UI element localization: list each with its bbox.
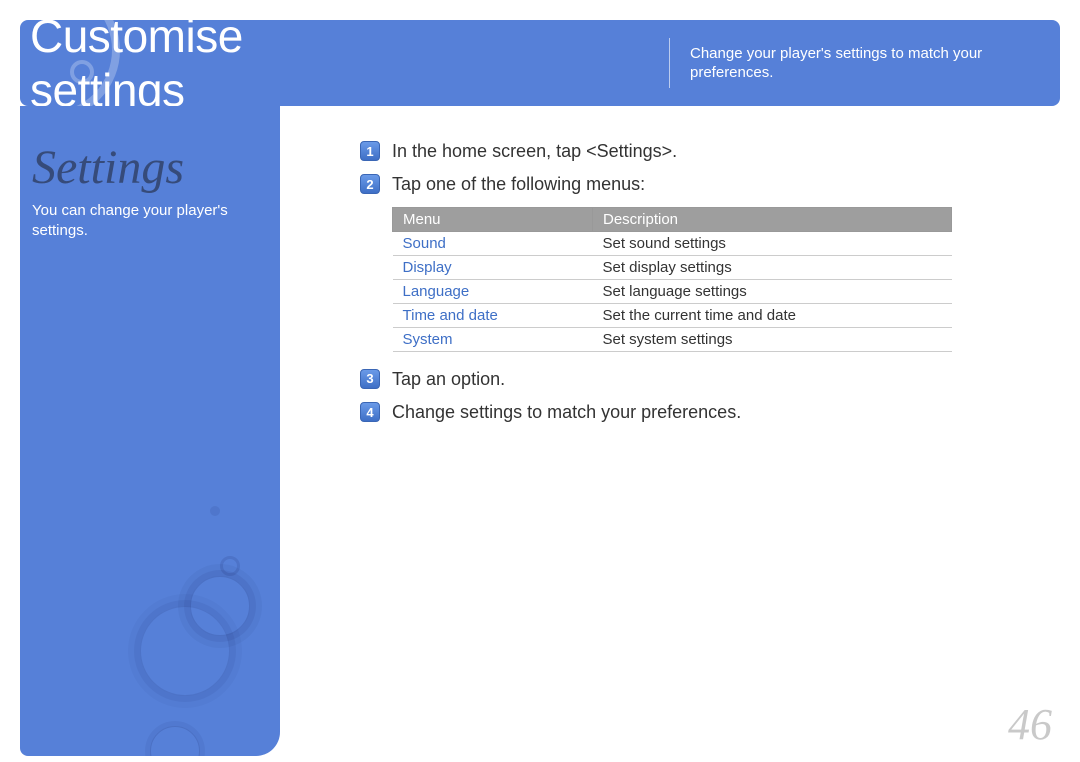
step-item: 3 Tap an option. bbox=[360, 368, 1020, 391]
sidebar-title: Settings bbox=[32, 140, 252, 195]
step-text: Tap one of the following menus: bbox=[392, 173, 645, 196]
table-row: Time and date Set the current time and d… bbox=[393, 303, 952, 327]
sidebar-text: You can change your player's settings. bbox=[32, 201, 252, 242]
step-item: 1 In the home screen, tap <Settings>. bbox=[360, 140, 1020, 163]
step-badge-icon: 1 bbox=[360, 141, 380, 161]
step-text: Change settings to match your preference… bbox=[392, 401, 741, 424]
table-header: Menu bbox=[393, 207, 593, 231]
deco-circle-icon bbox=[220, 556, 240, 576]
main-content: 1 In the home screen, tap <Settings>. 2 … bbox=[360, 140, 1020, 435]
step-item: 2 Tap one of the following menus: bbox=[360, 173, 1020, 196]
divider bbox=[669, 38, 670, 88]
desc-cell: Set language settings bbox=[593, 279, 952, 303]
deco-dot-icon bbox=[210, 506, 220, 516]
desc-cell: Set sound settings bbox=[593, 231, 952, 255]
header-subtitle: Change your player's settings to match y… bbox=[690, 44, 1030, 83]
menu-cell: Sound bbox=[393, 231, 593, 255]
page-header: Customise settings Change your player's … bbox=[20, 20, 1060, 106]
step-badge-icon: 3 bbox=[360, 369, 380, 389]
step-item: 4 Change settings to match your preferen… bbox=[360, 401, 1020, 424]
step-badge-icon: 4 bbox=[360, 402, 380, 422]
table-row: Display Set display settings bbox=[393, 255, 952, 279]
page-number: 46 bbox=[1008, 699, 1052, 750]
desc-cell: Set system settings bbox=[593, 327, 952, 351]
step-badge-icon: 2 bbox=[360, 174, 380, 194]
table-row: Sound Set sound settings bbox=[393, 231, 952, 255]
deco-circle-icon bbox=[150, 726, 200, 756]
menu-cell: Display bbox=[393, 255, 593, 279]
sidebar: Settings You can change your player's se… bbox=[20, 106, 280, 756]
table-header: Description bbox=[593, 207, 952, 231]
desc-cell: Set the current time and date bbox=[593, 303, 952, 327]
desc-cell: Set display settings bbox=[593, 255, 952, 279]
header-title: Customise settings bbox=[30, 9, 389, 117]
menu-cell: Time and date bbox=[393, 303, 593, 327]
table-header-row: Menu Description bbox=[393, 207, 952, 231]
menu-cell: Language bbox=[393, 279, 593, 303]
step-text: In the home screen, tap <Settings>. bbox=[392, 140, 677, 163]
menu-cell: System bbox=[393, 327, 593, 351]
deco-circle-icon bbox=[140, 606, 230, 696]
table-row: Language Set language settings bbox=[393, 279, 952, 303]
step-text: Tap an option. bbox=[392, 368, 505, 391]
menu-table: Menu Description Sound Set sound setting… bbox=[392, 207, 952, 352]
table-row: System Set system settings bbox=[393, 327, 952, 351]
